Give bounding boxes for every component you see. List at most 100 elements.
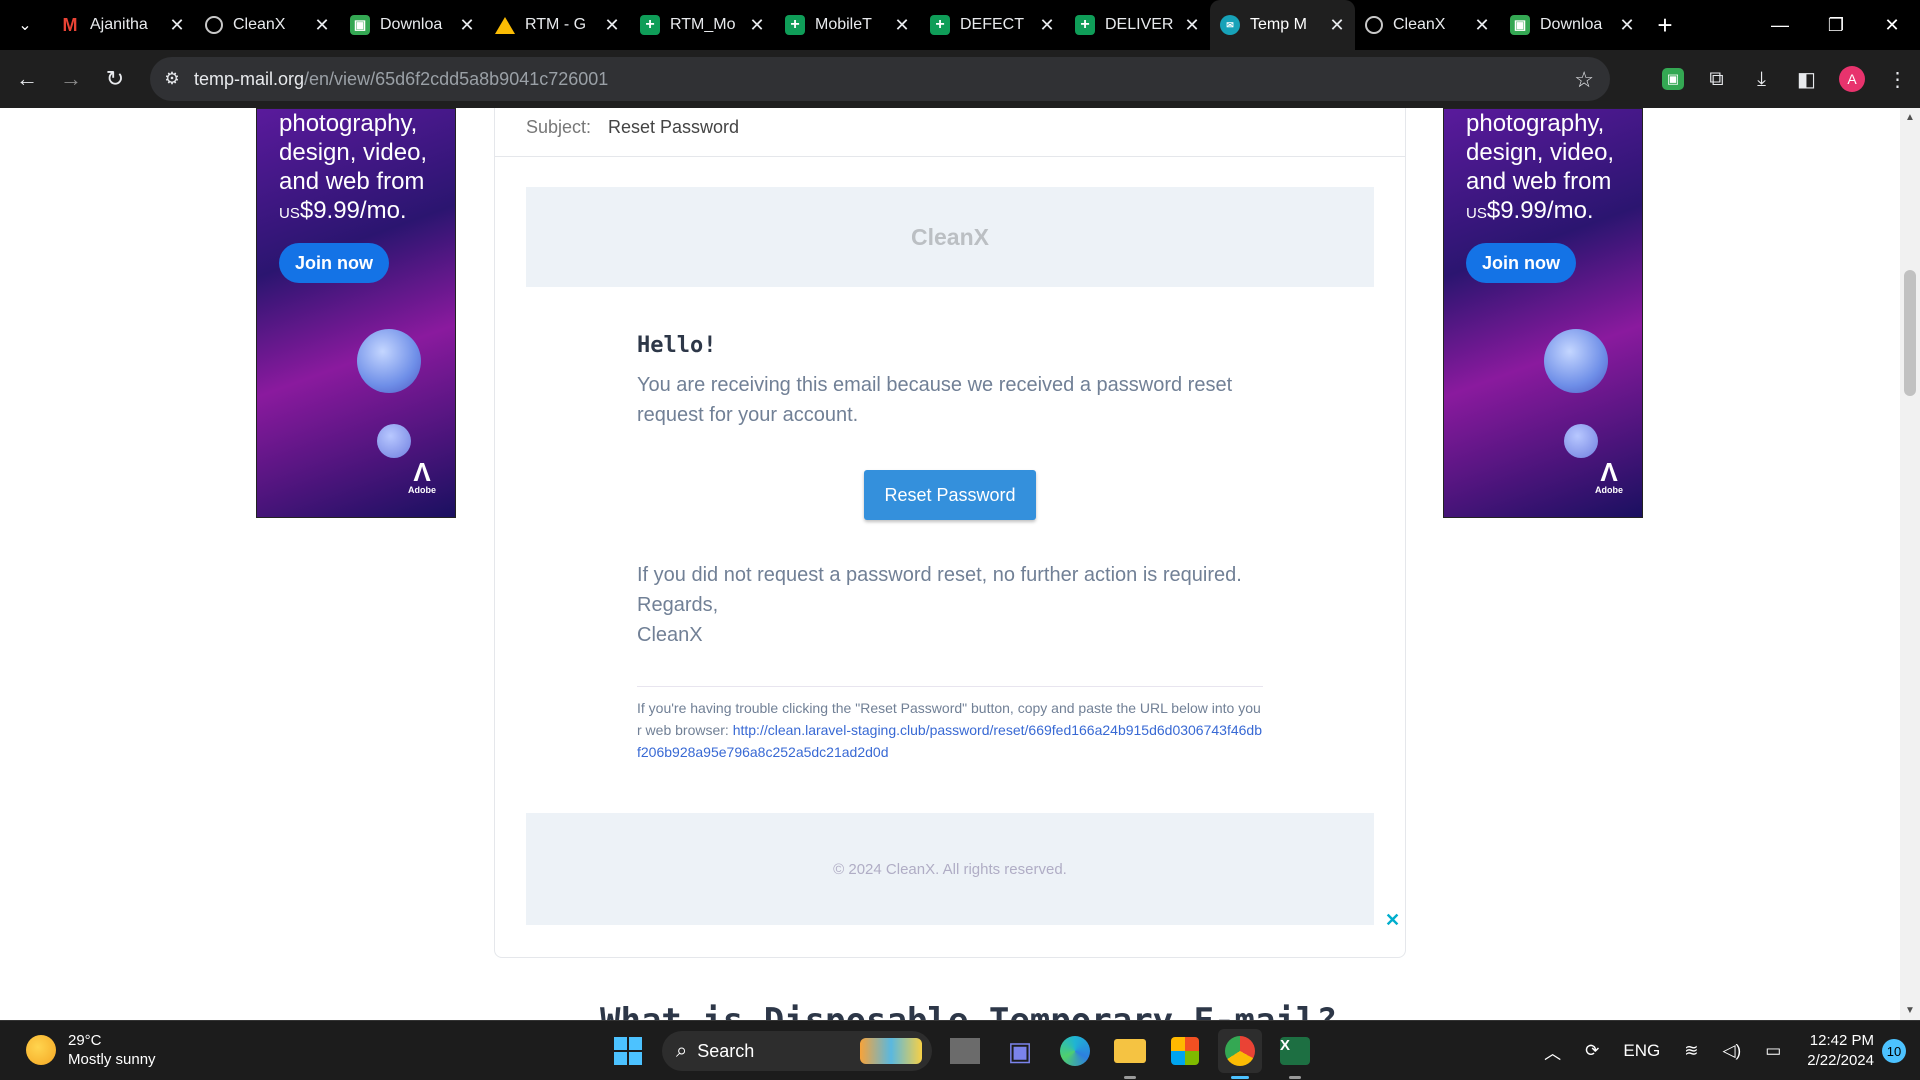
close-tab-icon[interactable]: ✕: [167, 15, 187, 36]
close-tab-icon[interactable]: ✕: [1617, 15, 1637, 36]
tab-rtm-sheet[interactable]: + RTM_Mo ✕: [630, 0, 775, 50]
ad-price-value: $9.99/mo.: [299, 197, 407, 224]
back-arrow-icon[interactable]: ←: [5, 57, 49, 101]
edge-browser-icon[interactable]: [1053, 1029, 1097, 1073]
battery-icon[interactable]: ▭: [1753, 1041, 1793, 1061]
web-page: photography, design, video, and web from…: [0, 108, 1900, 1020]
extensions-puzzle-icon[interactable]: ⧉: [1694, 50, 1739, 108]
tab-download-2[interactable]: ▣ Downloa ✕: [1500, 0, 1645, 50]
minimize-icon[interactable]: —: [1752, 0, 1808, 50]
edge-graphic: [1060, 1036, 1090, 1066]
clock[interactable]: 12:42 PM 2/22/2024: [1793, 1031, 1882, 1071]
ad-price: US$9.99/mo.: [279, 196, 449, 228]
close-tab-icon[interactable]: ✕: [892, 15, 912, 36]
taskbar-apps: ⌕ Search ▣ X: [606, 1029, 1317, 1079]
tab-search-chevron-icon[interactable]: ⌄: [0, 0, 50, 50]
tab-cleanx-2[interactable]: CleanX ✕: [1355, 0, 1500, 50]
reset-password-button[interactable]: Reset Password: [864, 470, 1036, 520]
reset-url-link[interactable]: http://clean.laravel-staging.club/passwo…: [637, 722, 1262, 760]
scroll-down-icon[interactable]: ▼: [1900, 1005, 1920, 1016]
weather-desc: Mostly sunny: [68, 1051, 156, 1068]
ad-brand: Adobe: [1595, 485, 1623, 495]
scrollbar-thumb[interactable]: [1904, 270, 1916, 396]
sync-icon[interactable]: ⟳: [1573, 1041, 1611, 1061]
page-scrollbar[interactable]: ▲ ▼: [1900, 108, 1920, 1020]
adobe-logo-icon: Ʌ Adobe: [1589, 459, 1629, 495]
address-bar[interactable]: ⚙ temp-mail.org/en/view/65d6f2cdd5a8b904…: [150, 57, 1610, 101]
copyright-text: © 2024 CleanX. All rights reserved.: [833, 860, 1067, 878]
browser-toolbar: ← → ↻ ⚙ temp-mail.org/en/view/65d6f2cdd5…: [0, 50, 1920, 108]
ad-close-icon[interactable]: ✕: [1385, 910, 1400, 931]
tab-gmail[interactable]: M Ajanitha ✕: [50, 0, 195, 50]
email-viewer: Subject: Reset Password CleanX Hello! Yo…: [494, 108, 1406, 958]
ad-text: photography, design, video, and web from…: [279, 109, 449, 228]
email-subcopy: If you're having trouble clicking the "R…: [637, 686, 1263, 763]
folder-graphic: [1114, 1039, 1146, 1063]
url-text[interactable]: temp-mail.org/en/view/65d6f2cdd5a8b9041c…: [194, 69, 608, 90]
ad-banner-left[interactable]: photography, design, video, and web from…: [256, 108, 456, 518]
volume-icon[interactable]: ◁): [1710, 1041, 1753, 1061]
tab-mobile-sheet[interactable]: + MobileT ✕: [775, 0, 920, 50]
reload-icon[interactable]: ↻: [93, 57, 137, 101]
close-tab-icon[interactable]: ✕: [1472, 15, 1492, 36]
email-header: CleanX: [526, 187, 1374, 287]
excel-icon[interactable]: X: [1273, 1029, 1317, 1079]
microsoft-store-icon[interactable]: [1163, 1029, 1207, 1073]
tab-cleanx[interactable]: CleanX ✕: [195, 0, 340, 50]
tab-download[interactable]: ▣ Downloa ✕: [340, 0, 485, 50]
ad-join-button[interactable]: Join now: [279, 243, 389, 283]
close-tab-icon[interactable]: ✕: [602, 15, 622, 36]
language-indicator[interactable]: ENG: [1611, 1041, 1672, 1061]
ad-line: design, video,: [1466, 139, 1615, 166]
close-tab-icon[interactable]: ✕: [747, 15, 767, 36]
close-tab-icon[interactable]: ✕: [1327, 15, 1347, 36]
close-tab-icon[interactable]: ✕: [1182, 15, 1202, 36]
subject-label: Subject:: [526, 117, 592, 137]
scroll-up-icon[interactable]: ▲: [1900, 112, 1920, 123]
taskbar-search[interactable]: ⌕ Search: [662, 1031, 932, 1071]
menu-kebab-icon[interactable]: ⋮: [1875, 50, 1920, 108]
windows-start-icon[interactable]: [606, 1029, 650, 1073]
file-explorer-icon[interactable]: [1108, 1029, 1152, 1079]
download-ext-icon: ▣: [350, 15, 370, 35]
side-panel-icon[interactable]: ◧: [1784, 50, 1829, 108]
tab-deliver-sheet[interactable]: + DELIVER ✕: [1065, 0, 1210, 50]
ad-banner-right[interactable]: photography, design, video, and web from…: [1443, 108, 1643, 518]
planet-graphic: [357, 329, 421, 393]
close-tab-icon[interactable]: ✕: [1037, 15, 1057, 36]
ad-join-button[interactable]: Join now: [1466, 243, 1576, 283]
task-view-icon[interactable]: [943, 1029, 987, 1073]
new-tab-plus-icon[interactable]: +: [1645, 10, 1685, 41]
site-info-icon[interactable]: ⚙: [150, 57, 194, 101]
show-hidden-icons-chevron-icon[interactable]: ︿: [1532, 1039, 1573, 1064]
ad-line: and web from: [1466, 168, 1612, 195]
extension-icon[interactable]: ▣: [1662, 68, 1684, 90]
google-drive-icon: [495, 16, 515, 34]
close-tab-icon[interactable]: ✕: [457, 15, 477, 36]
wifi-icon[interactable]: ≋: [1672, 1041, 1710, 1061]
email-signature: CleanX: [637, 624, 703, 646]
chrome-icon[interactable]: [1218, 1029, 1262, 1079]
store-graphic: [1171, 1037, 1199, 1065]
notification-badge[interactable]: 10: [1882, 1039, 1906, 1063]
download-icon[interactable]: ⤓: [1739, 50, 1784, 108]
teams-chat-icon[interactable]: ▣: [998, 1029, 1042, 1073]
restore-icon[interactable]: ❐: [1808, 0, 1864, 50]
tab-title: CleanX: [1393, 16, 1446, 33]
forward-arrow-icon[interactable]: →: [49, 57, 93, 101]
chrome-graphic: [1225, 1036, 1255, 1066]
tab-defect-sheet[interactable]: + DEFECT ✕: [920, 0, 1065, 50]
subject-value: Reset Password: [608, 117, 740, 137]
bookmark-star-icon[interactable]: ☆: [1574, 67, 1594, 93]
tab-rtm-drive[interactable]: RTM - G ✕: [485, 0, 630, 50]
profile-avatar[interactable]: A: [1839, 66, 1865, 92]
close-tab-icon[interactable]: ✕: [312, 15, 332, 36]
clock-time: 12:42 PM: [1809, 1032, 1874, 1049]
running-indicator: [1289, 1076, 1301, 1079]
email-brand[interactable]: CleanX: [911, 224, 989, 251]
ad-price-prefix: US: [1466, 205, 1487, 222]
weather-widget[interactable]: 29°C Mostly sunny: [26, 1031, 156, 1069]
close-window-icon[interactable]: ✕: [1864, 0, 1920, 50]
tab-temp-mail[interactable]: ✉ Temp M ✕: [1210, 0, 1355, 50]
ad-text: photography, design, video, and web from…: [1466, 109, 1636, 228]
